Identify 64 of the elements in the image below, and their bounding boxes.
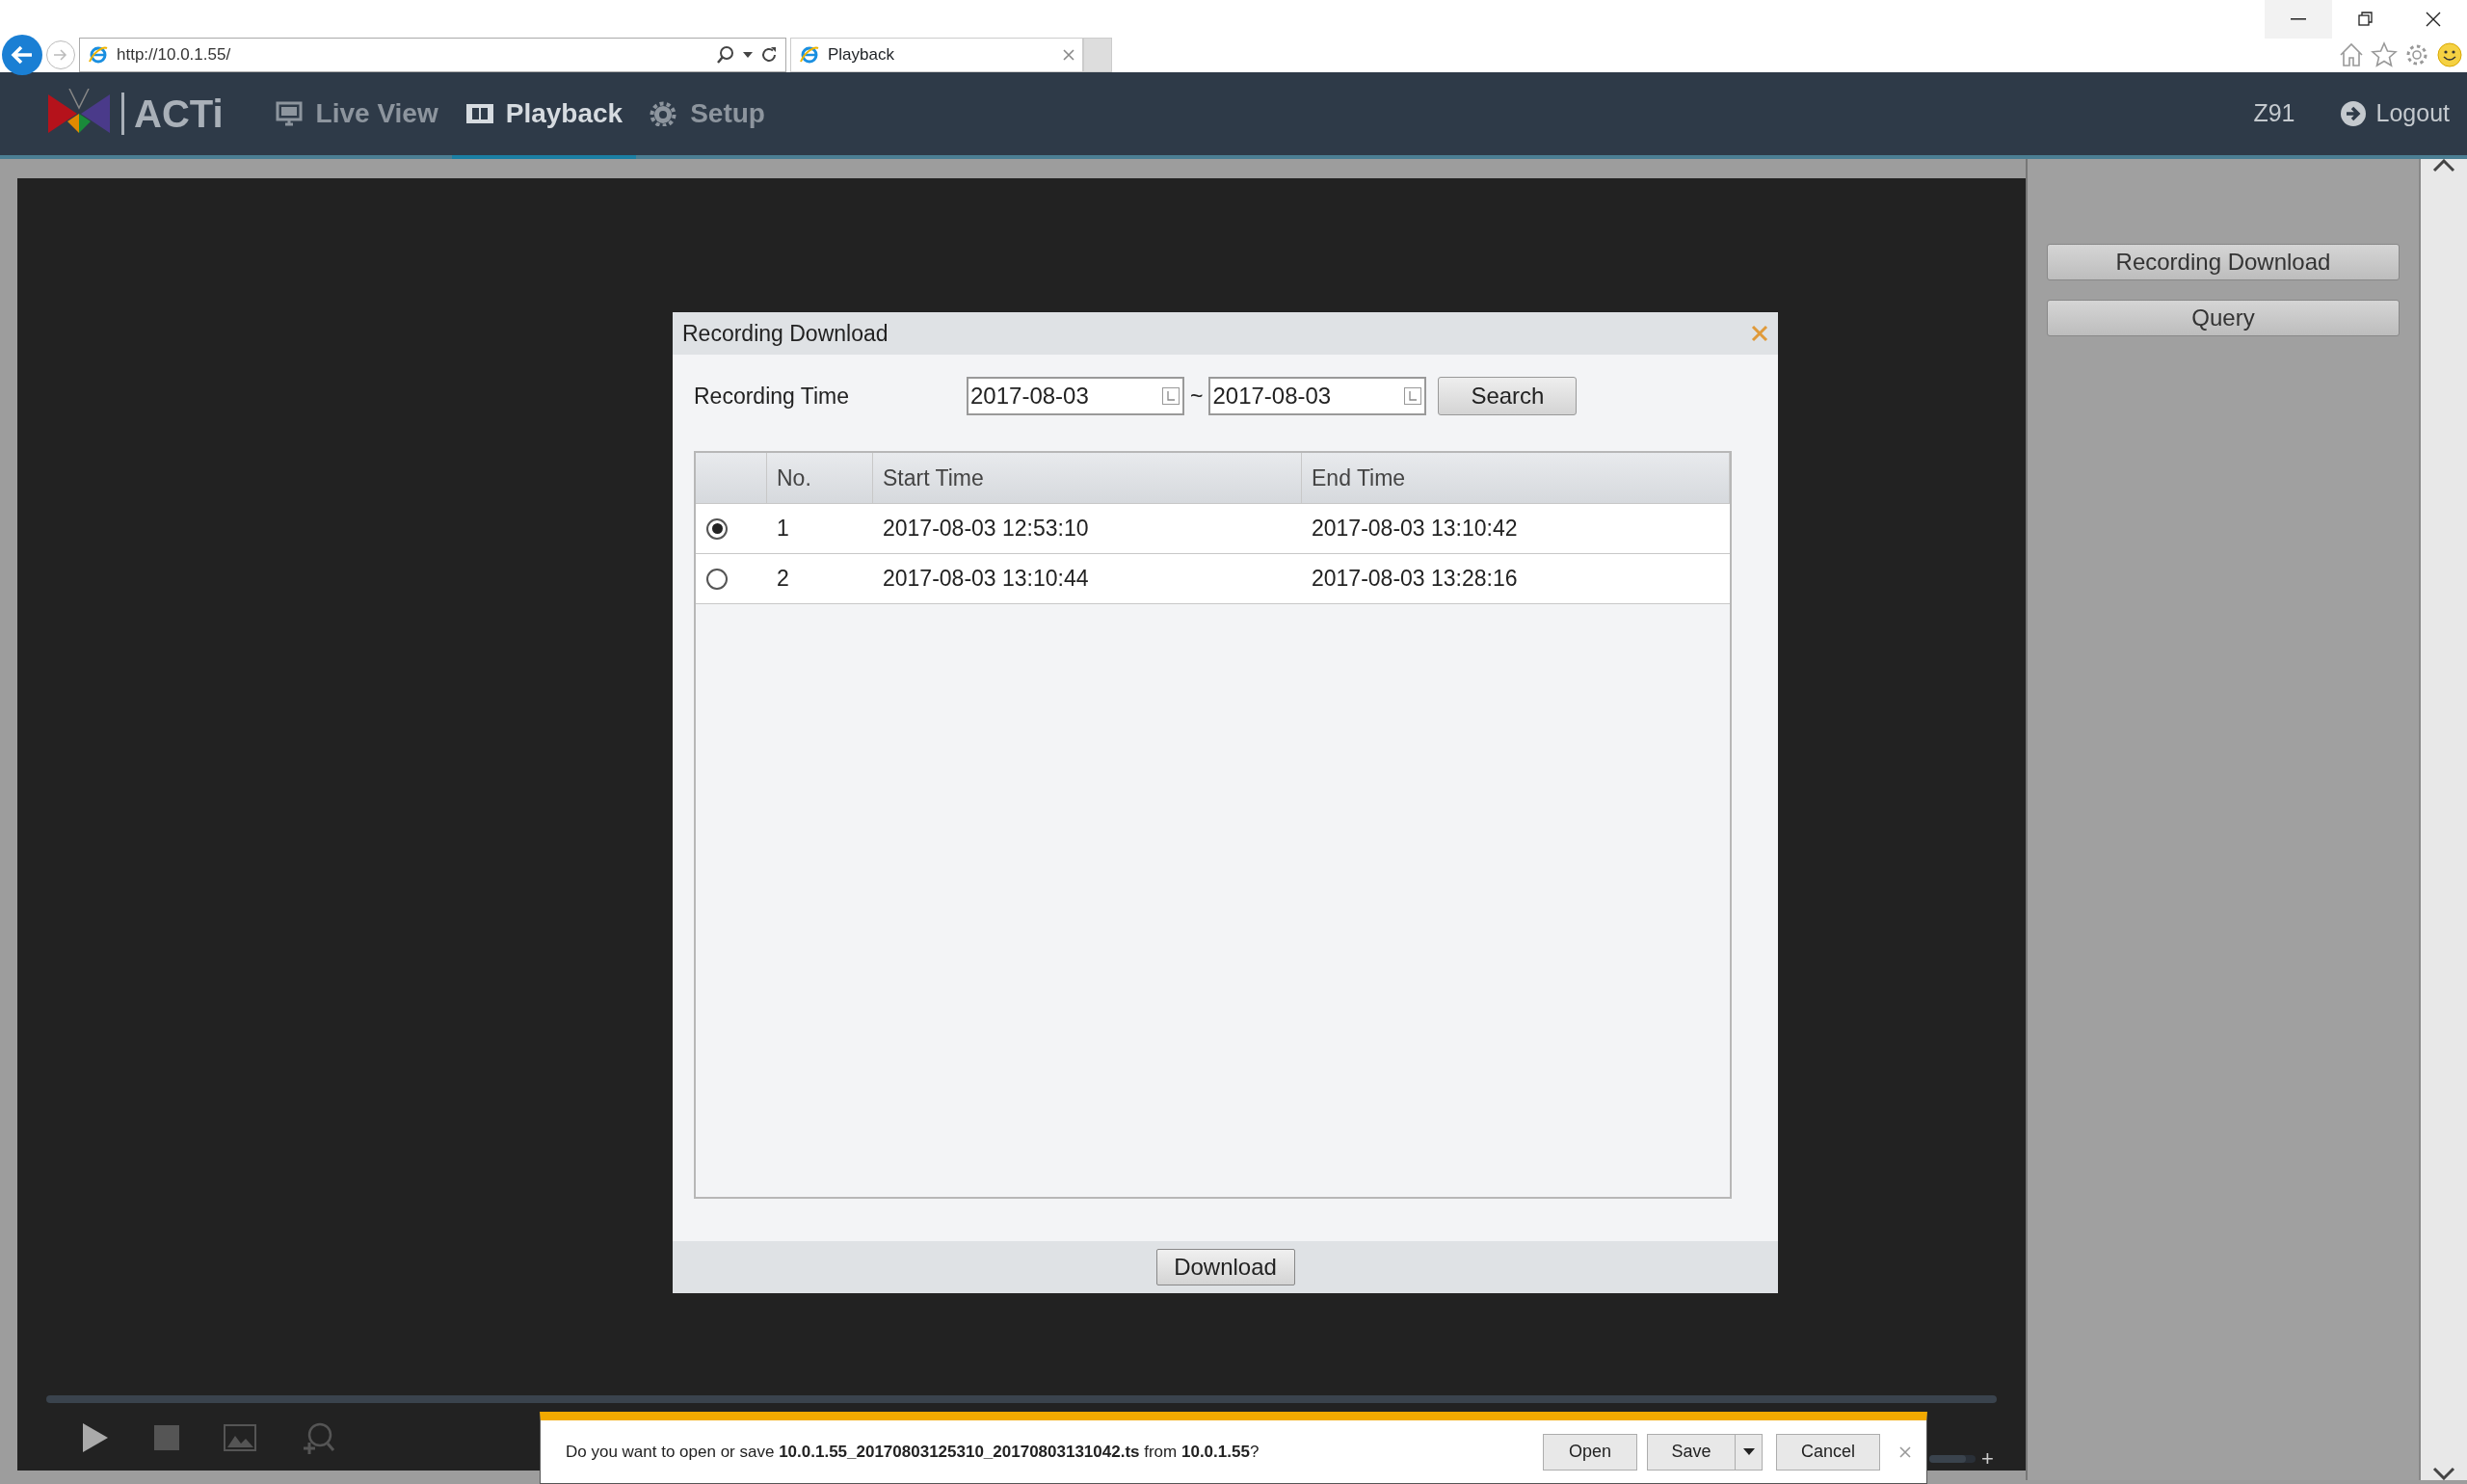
arrow-right-icon [53, 48, 68, 62]
calendar-icon[interactable] [1404, 387, 1422, 405]
caret-icon [1742, 1448, 1755, 1455]
date-field[interactable]: 2017-08-03 [967, 377, 1184, 415]
chevron-up-icon[interactable] [2432, 159, 2455, 172]
smiley-icon[interactable] [2436, 41, 2463, 68]
image-icon[interactable] [224, 1424, 256, 1451]
arrow-left-icon [11, 45, 34, 65]
close-icon[interactable] [1751, 325, 1768, 342]
close-icon[interactable] [1063, 49, 1074, 61]
download-message: Do you want to open or save 10.0.1.55_20170803125310_20170803131042.ts from 10.0.1.55? [566, 1441, 1260, 1463]
nav-tab[interactable]: Setup [636, 72, 779, 159]
restore-icon [2358, 12, 2374, 27]
refresh-icon[interactable] [760, 46, 778, 64]
search-icon[interactable] [716, 45, 735, 65]
address-bar[interactable]: http://10.0.1.55/ [79, 38, 786, 72]
nav-tab[interactable]: Playback [451, 72, 637, 159]
progress-track[interactable] [46, 1395, 1997, 1403]
monitor-icon [275, 101, 305, 126]
arrow-circle-icon [2339, 100, 2367, 127]
browser-icon [799, 44, 820, 66]
volume-slider[interactable] [1929, 1455, 1976, 1463]
scrollbar[interactable] [2419, 159, 2467, 1480]
open-button[interactable]: Open [1543, 1433, 1637, 1471]
search-button[interactable]: Search [1438, 377, 1578, 415]
range-separator: ~ [1190, 382, 1204, 411]
film-icon [464, 101, 494, 126]
table-cell-text: 1 [776, 515, 790, 543]
table-cell-text: 2017-08-03 13:10:44 [882, 565, 1090, 594]
chevron-down-icon[interactable] [2432, 1467, 2455, 1480]
radio-button[interactable] [706, 568, 728, 590]
table-cell-text: 2 [776, 565, 790, 594]
save-button[interactable]: Save [1647, 1433, 1736, 1471]
calendar-icon[interactable] [1162, 387, 1180, 405]
download-button[interactable]: Download [1155, 1249, 1295, 1285]
play-icon[interactable] [81, 1421, 110, 1454]
nav-tab[interactable]: Live View [261, 72, 452, 159]
side-button[interactable]: Query [2047, 300, 2400, 336]
close-icon [2426, 12, 2441, 27]
save-menu-button[interactable] [1736, 1433, 1763, 1471]
field-label: Recording Time [694, 382, 851, 411]
url-text: http://10.0.1.55/ [117, 44, 232, 66]
logo-text: ACTi [121, 93, 224, 135]
dialog-title: Recording Download [682, 319, 889, 348]
cancel-button[interactable]: Cancel [1776, 1433, 1880, 1471]
table-cell-text: 2017-08-03 13:10:42 [1311, 515, 1519, 543]
star-icon[interactable] [2371, 41, 2398, 68]
table-cell-text: 2017-08-03 12:53:10 [882, 515, 1090, 543]
browser-icon [88, 44, 109, 66]
back-button[interactable] [2, 35, 42, 75]
side-button[interactable]: Recording Download [2047, 244, 2400, 280]
browser-tab[interactable]: Playback [790, 38, 1083, 72]
close-icon[interactable] [1899, 1445, 1911, 1458]
volume-plus[interactable]: + [1981, 1448, 1994, 1470]
logout-link[interactable]: Logout [2339, 95, 2450, 132]
minimize-icon [2291, 18, 2306, 20]
date-field[interactable]: 2017-08-03 [1208, 377, 1427, 415]
table-cell-text: 2017-08-03 13:28:16 [1311, 565, 1519, 594]
user-name: Z91 [2253, 98, 2295, 129]
caret-icon[interactable] [743, 52, 753, 58]
tab-title: Playback [828, 44, 895, 66]
radio-button[interactable] [706, 517, 728, 540]
home-icon[interactable] [2338, 41, 2365, 68]
zoom-in-icon[interactable] [301, 1420, 335, 1455]
